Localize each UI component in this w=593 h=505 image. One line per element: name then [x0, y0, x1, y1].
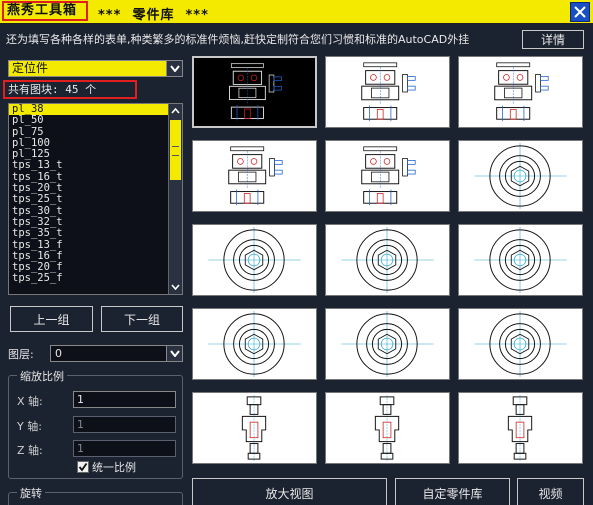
block-count: 共有图块: 45 个 — [3, 80, 137, 99]
next-group-button[interactable]: 下一组 — [101, 306, 183, 332]
y-axis-label: Y 轴: — [17, 420, 42, 433]
block-list-item[interactable]: tps_25_t — [9, 194, 169, 206]
part-thumbnail[interactable] — [458, 140, 583, 212]
block-list[interactable]: pl_38 pl_50 pl_75 pl_100 pl_125 tps_13_t tps_1… — [8, 103, 183, 295]
info-text: 还为填写各种各样的表单,种类繁多的标准件烦恼,赶快定制符合您们习惯和标准的Aut… — [6, 33, 470, 46]
part-thumbnail[interactable] — [458, 392, 583, 464]
part-thumbnail[interactable] — [458, 308, 583, 380]
part-thumbnail[interactable] — [325, 56, 450, 128]
z-scale-input[interactable]: 1 — [73, 440, 176, 457]
part-thumbnail[interactable] — [192, 392, 317, 464]
part-thumbnail[interactable] — [192, 140, 317, 212]
part-thumbnail[interactable] — [192, 308, 317, 380]
close-icon — [574, 6, 586, 18]
block-list-item[interactable]: pl_50 — [9, 114, 169, 126]
category-value: 定位件 — [12, 61, 49, 75]
part-thumbnail[interactable] — [192, 56, 317, 128]
category-select[interactable]: 定位件 — [8, 60, 183, 77]
uniform-scale-checkbox[interactable]: 统一比例 — [77, 459, 136, 475]
scroll-up-icon[interactable] — [169, 104, 182, 118]
part-thumbnail[interactable] — [325, 140, 450, 212]
x-axis-label: X 轴: — [17, 395, 43, 408]
close-button[interactable] — [570, 2, 590, 22]
part-thumbnail[interactable] — [325, 308, 450, 380]
scroll-thumb[interactable] — [170, 120, 181, 180]
y-scale-input[interactable]: 1 — [73, 416, 176, 433]
uniform-scale-label: 统一比例 — [92, 461, 136, 474]
z-axis-label: Z 轴: — [17, 444, 43, 457]
custom-part-library-button[interactable]: 自定零件库 — [395, 478, 510, 505]
rotate-group: 旋转 — [8, 485, 183, 505]
video-button[interactable]: 视频 — [517, 478, 584, 505]
scale-title: 缩放比例 — [17, 368, 67, 384]
chevron-down-icon[interactable] — [166, 61, 182, 76]
layer-select[interactable]: 0 — [50, 345, 183, 362]
part-thumbnail[interactable] — [325, 392, 450, 464]
block-list-item[interactable]: tps_25_f — [9, 273, 169, 285]
part-thumbnail[interactable] — [192, 224, 317, 296]
window-title: *** 零件库 *** — [98, 8, 209, 23]
prev-group-button[interactable]: 上一组 — [10, 306, 93, 332]
check-icon[interactable] — [77, 461, 89, 473]
part-thumbnail[interactable] — [458, 56, 583, 128]
details-button[interactable]: 详情 — [522, 30, 584, 49]
chevron-down-icon[interactable] — [166, 346, 182, 361]
part-thumbnail[interactable] — [458, 224, 583, 296]
scale-group: 缩放比例 X 轴: 1 Y 轴: 1 Z 轴: 1 统一比例 — [8, 368, 183, 479]
layer-label: 图层: — [8, 348, 34, 361]
list-scrollbar[interactable] — [168, 104, 182, 294]
zoom-view-button[interactable]: 放大视图 — [192, 478, 387, 505]
title-bar: 燕秀工具箱 *** 零件库 *** — [0, 0, 593, 24]
app-title: 燕秀工具箱 — [2, 1, 88, 21]
layer-value: 0 — [55, 347, 62, 360]
rotate-title: 旋转 — [17, 485, 45, 501]
x-scale-input[interactable]: 1 — [73, 391, 176, 408]
block-list-item[interactable]: tps_35_t — [9, 227, 169, 239]
scroll-down-icon[interactable] — [169, 280, 182, 294]
part-thumbnail[interactable] — [325, 224, 450, 296]
